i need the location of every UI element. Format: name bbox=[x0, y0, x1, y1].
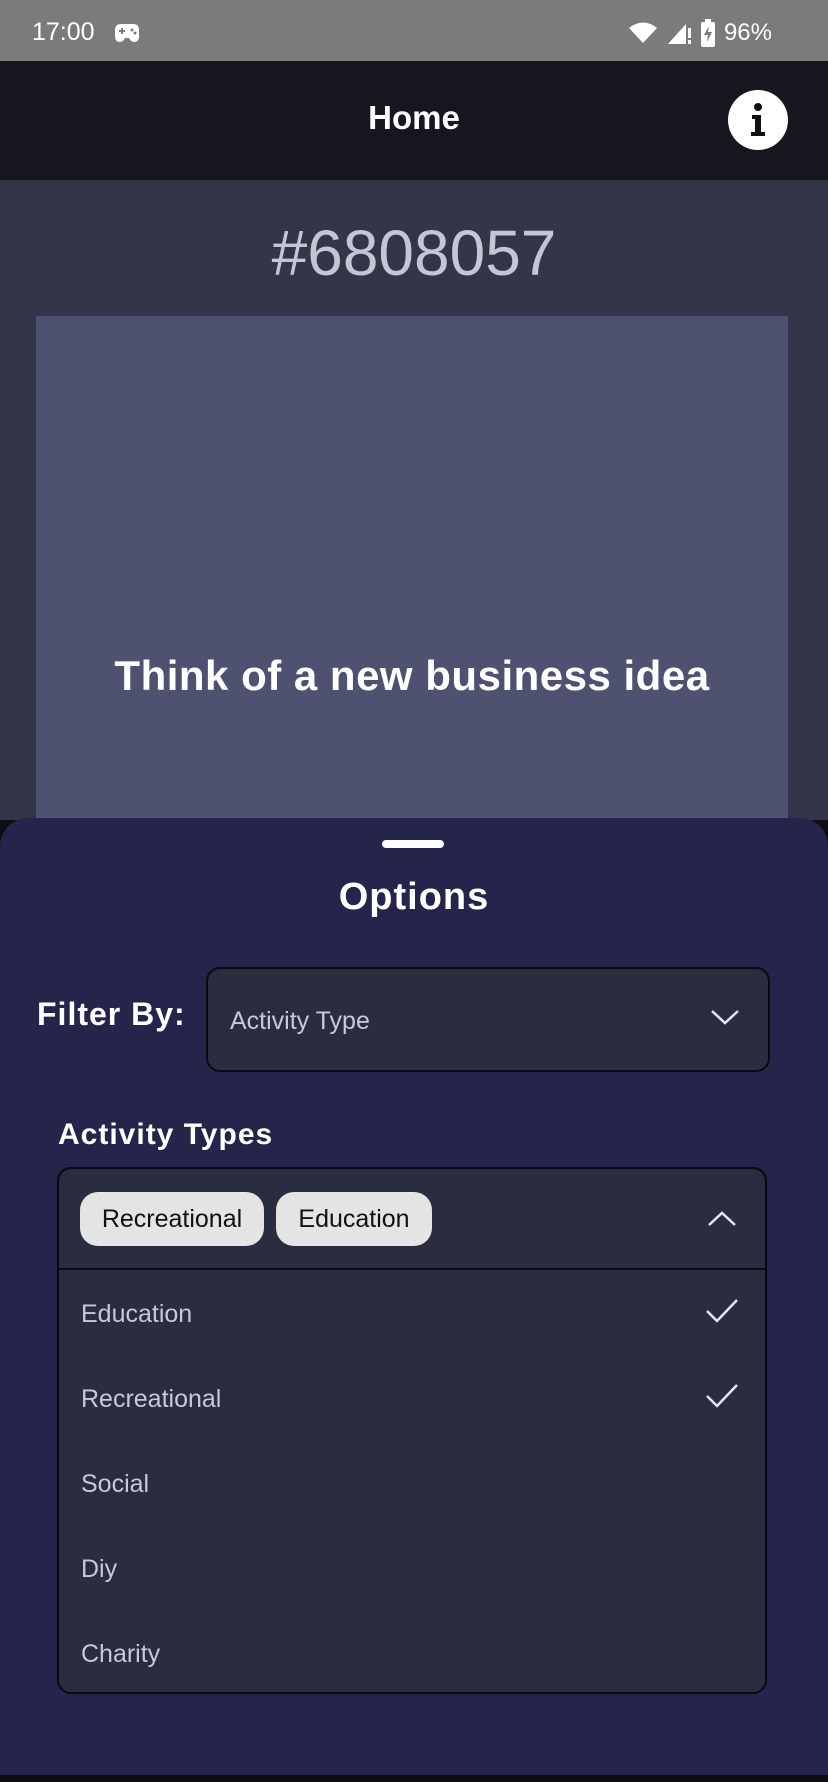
options-sheet: Options Filter By: Activity Type Activit… bbox=[0, 818, 828, 1775]
chevron-down-icon bbox=[711, 1010, 739, 1025]
battery-percent: 96% bbox=[723, 19, 772, 46]
option-diy[interactable]: Diy bbox=[59, 1525, 765, 1610]
app-bar: Home bbox=[0, 61, 828, 180]
option-label: Diy bbox=[81, 1555, 118, 1583]
battery-charging-icon bbox=[700, 19, 715, 47]
filter-value: Activity Type bbox=[230, 1007, 370, 1035]
info-icon bbox=[751, 103, 765, 136]
option-charity[interactable]: Charity bbox=[59, 1610, 765, 1692]
option-label: Social bbox=[81, 1470, 150, 1498]
status-bar: 17:00 96% bbox=[0, 0, 828, 61]
game-controller-icon bbox=[115, 24, 139, 42]
system-nav-bar bbox=[0, 1775, 828, 1782]
info-button[interactable] bbox=[728, 90, 788, 150]
filter-label: Filter By: bbox=[37, 996, 186, 1032]
filter-dropdown[interactable]: Activity Type bbox=[206, 967, 770, 1072]
activity-text: Think of a new business idea bbox=[114, 652, 710, 699]
chip-education[interactable]: Education bbox=[276, 1192, 432, 1246]
page-title: Home bbox=[368, 99, 460, 136]
option-label: Recreational bbox=[81, 1385, 222, 1413]
chevron-up-icon[interactable] bbox=[707, 1209, 737, 1229]
main-content: #6808057 Think of a new business idea bbox=[0, 180, 828, 820]
activity-key: #6808057 bbox=[271, 217, 557, 289]
check-icon bbox=[706, 1384, 738, 1408]
drag-handle[interactable] bbox=[382, 840, 444, 848]
option-label: Education bbox=[81, 1300, 193, 1328]
activity-types-heading: Activity Types bbox=[58, 1118, 274, 1151]
cell-signal-icon bbox=[667, 24, 691, 44]
option-recreational[interactable]: Recreational bbox=[59, 1355, 765, 1440]
status-icons: 96% bbox=[628, 18, 772, 48]
activity-types-multiselect: Recreational Education Education Recreat… bbox=[57, 1167, 767, 1694]
sheet-title: Options bbox=[338, 876, 490, 918]
option-label: Charity bbox=[81, 1640, 161, 1668]
activity-types-list: Education Recreational Social Diy Charit… bbox=[59, 1270, 765, 1692]
activity-types-header[interactable]: Recreational Education bbox=[59, 1169, 765, 1270]
option-social[interactable]: Social bbox=[59, 1440, 765, 1525]
chip-recreational[interactable]: Recreational bbox=[80, 1192, 264, 1246]
activity-card: Think of a new business idea bbox=[36, 316, 788, 820]
check-icon bbox=[706, 1299, 738, 1323]
wifi-icon bbox=[628, 22, 657, 43]
status-time: 17:00 bbox=[32, 18, 95, 46]
option-education[interactable]: Education bbox=[59, 1270, 765, 1355]
